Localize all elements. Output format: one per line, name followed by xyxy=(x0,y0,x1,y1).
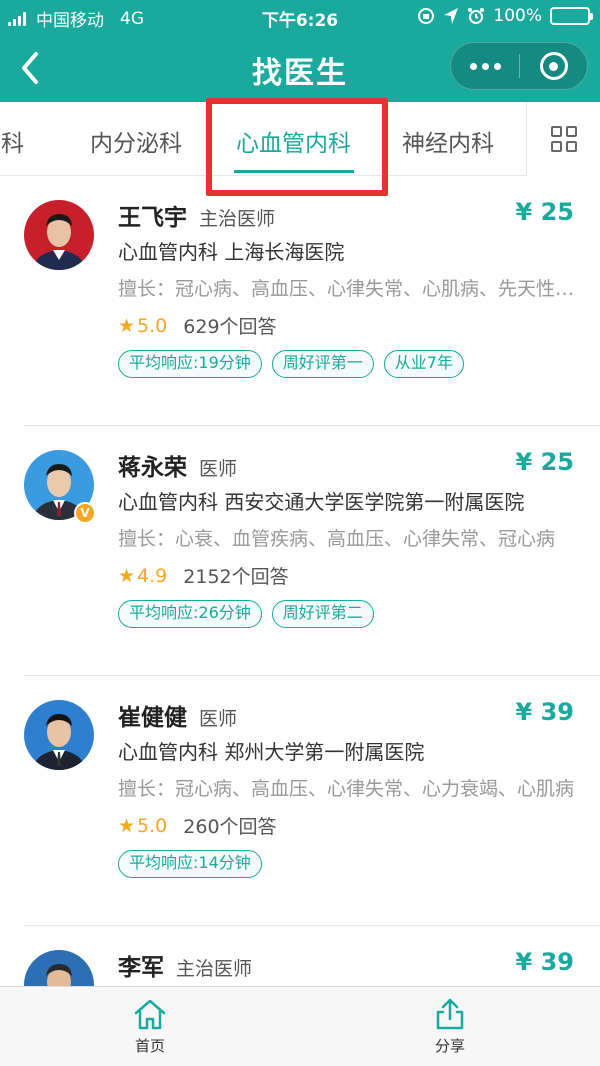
mini-program-capsule xyxy=(450,42,588,90)
consult-price: ¥ 39 xyxy=(515,948,574,976)
verified-icon: V xyxy=(74,502,96,524)
department-hospital: 心血管内科 郑州大学第一附属医院 xyxy=(118,740,425,764)
answer-count: 2152个回答 xyxy=(183,566,289,588)
doctor-name: 蒋永荣 xyxy=(118,455,187,481)
tab-cardiology[interactable]: 心血管内科 xyxy=(236,124,351,158)
rating-row: ★ 5.0 260个回答 xyxy=(118,812,277,839)
doctor-card[interactable]: 崔健健 医师 ¥ 39 心血管内科 郑州大学第一附属医院 擅长：冠心病、高血压、心… xyxy=(0,676,600,926)
specialty: 擅长：冠心病、高血压、心律失常、心力衰竭、心肌病 xyxy=(118,778,575,800)
home-icon xyxy=(134,999,166,1030)
battery-percent: 100% xyxy=(493,6,542,26)
doctor-name-line: 王飞宇 主治医师 xyxy=(118,198,275,232)
doctor-title: 医师 xyxy=(199,458,238,480)
answer-count: 260个回答 xyxy=(183,816,277,838)
doctor-name-line: 李军 主治医师 xyxy=(118,948,252,982)
rating-score: 4.9 xyxy=(137,564,168,587)
header-bar: 中国移动 4G 下午6:26 100% 找医生 xyxy=(0,0,600,102)
tag-badge: 从业7年 xyxy=(383,350,464,378)
doctor-name-line: 蒋永荣 医师 xyxy=(118,448,237,482)
tag-list: 平均响应:26分钟 周好评第二 xyxy=(118,600,374,628)
tag-list: 平均响应:14分钟 xyxy=(118,850,262,878)
tag-badge: 平均响应:26分钟 xyxy=(118,600,262,628)
department-tabs: 骨科 内分泌科 心血管内科 神经内科 xyxy=(0,102,600,176)
tag-badge: 周好评第二 xyxy=(271,600,374,628)
doctor-card[interactable]: 李军 主治医师 ¥ 39 xyxy=(0,926,600,986)
tag-badge: 周好评第一 xyxy=(271,350,374,378)
department-hospital: 心血管内科 西安交通大学医学院第一附属医院 xyxy=(118,490,525,514)
tag-list: 平均响应:19分钟 周好评第一 从业7年 xyxy=(118,350,464,378)
battery-icon xyxy=(550,7,593,25)
tab-endocrinology[interactable]: 内分泌科 xyxy=(90,124,182,158)
doctor-name: 李军 xyxy=(118,955,164,981)
star-icon: ★ xyxy=(118,564,136,587)
nav-bar: 找医生 xyxy=(0,34,600,102)
share-tab[interactable]: 分享 xyxy=(390,997,510,1056)
home-tab[interactable]: 首页 xyxy=(90,997,210,1056)
bottom-tab-bar: 首页 分享 xyxy=(0,986,600,1066)
home-label: 首页 xyxy=(134,1037,165,1055)
share-icon xyxy=(436,998,464,1030)
specialty: 擅长：冠心病、高血压、心律失常、心肌病、先天性心脏病 xyxy=(118,278,578,300)
tab-orthopedics[interactable]: 骨科 xyxy=(0,124,24,158)
doctor-card[interactable]: 王飞宇 主治医师 ¥ 25 心血管内科 上海长海医院 擅长：冠心病、高血压、心律失… xyxy=(0,176,600,426)
tag-badge: 平均响应:14分钟 xyxy=(118,850,262,878)
department-hospital: 心血管内科 上海长海医院 xyxy=(118,240,345,264)
specialty: 擅长：心衰、血管疾病、高血压、心律失常、冠心病 xyxy=(118,528,556,550)
close-target-icon[interactable] xyxy=(520,43,587,89)
more-dots-icon[interactable] xyxy=(451,43,519,89)
avatar xyxy=(24,700,94,770)
rotation-lock-icon xyxy=(418,8,435,24)
doctor-title: 主治医师 xyxy=(199,208,276,230)
consult-price: ¥ 25 xyxy=(515,448,574,476)
alarm-icon xyxy=(468,8,485,24)
avatar xyxy=(24,200,94,270)
grid-icon[interactable] xyxy=(526,102,600,176)
consult-price: ¥ 39 xyxy=(515,698,574,726)
doctor-card[interactable]: V 蒋永荣 医师 ¥ 25 心血管内科 西安交通大学医学院第一附属医院 擅长：心衰… xyxy=(0,426,600,676)
rating-score: 5.0 xyxy=(137,814,168,837)
share-label: 分享 xyxy=(434,1037,465,1055)
avatar xyxy=(24,950,94,986)
doctor-name: 崔健健 xyxy=(118,705,187,731)
doctor-title: 医师 xyxy=(199,708,238,730)
rating-row: ★ 4.9 2152个回答 xyxy=(118,562,289,589)
doctor-name-line: 崔健健 医师 xyxy=(118,698,237,732)
rating-score: 5.0 xyxy=(137,314,168,337)
tag-badge: 平均响应:19分钟 xyxy=(118,350,262,378)
active-tab-indicator xyxy=(234,170,354,173)
location-icon xyxy=(444,8,459,24)
answer-count: 629个回答 xyxy=(183,316,277,338)
doctor-title: 主治医师 xyxy=(176,958,253,980)
status-bar: 中国移动 4G 下午6:26 100% xyxy=(0,0,600,34)
tab-neurology[interactable]: 神经内科 xyxy=(402,124,494,158)
doctor-name: 王飞宇 xyxy=(118,205,187,231)
star-icon: ★ xyxy=(118,314,136,337)
rating-row: ★ 5.0 629个回答 xyxy=(118,312,277,339)
consult-price: ¥ 25 xyxy=(515,198,574,226)
star-icon: ★ xyxy=(118,814,136,837)
